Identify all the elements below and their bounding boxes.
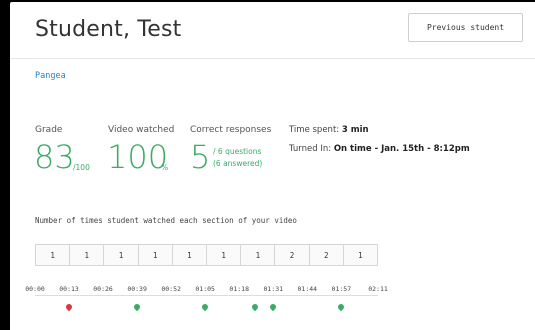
section-count: 1	[36, 245, 71, 265]
section-count: 1	[172, 245, 208, 265]
timeline-tick-label: 01:44	[297, 285, 318, 293]
student-name: Student, Test	[35, 17, 182, 42]
video-timeline	[35, 295, 378, 296]
correct-responses-label: Correct responses	[190, 125, 272, 135]
section-count: 2	[309, 245, 344, 265]
previous-student-button[interactable]: Previous student	[408, 13, 523, 42]
turned-in-label: Turned In:	[289, 144, 332, 154]
correct-response-marker[interactable]	[200, 302, 210, 312]
video-watched-suffix: %	[161, 163, 169, 172]
correct-response-marker[interactable]	[250, 302, 260, 312]
timeline-tick-label: 02:11	[368, 285, 388, 293]
correct-response-marker[interactable]	[337, 302, 346, 312]
time-spent-value: 3 min	[341, 125, 369, 135]
correct-responses-value: 5	[190, 138, 211, 176]
section-count: 1	[70, 245, 105, 265]
timeline-tick-label: 00:39	[127, 285, 147, 293]
turned-in-value: On time - Jan. 15th - 8:12pm	[333, 144, 470, 154]
section-count: 1	[241, 245, 276, 265]
correct-response-marker[interactable]	[269, 302, 278, 312]
grade-value: 83	[34, 138, 75, 176]
report-header: Student, Test Previous student	[10, 2, 535, 59]
section-watch-counts: 1 1 1 1 1 1 1 2 2 1	[35, 244, 378, 266]
time-spent-label: Time spent:	[289, 125, 340, 135]
section-count: 1	[207, 245, 242, 265]
timeline-tick-label: 00:52	[161, 285, 181, 293]
questions-answered: (6 answered)	[213, 159, 263, 168]
section-watch-caption: Number of times student watched each sec…	[35, 216, 297, 225]
video-watched-label: Video watched	[108, 125, 175, 135]
section-count: 1	[343, 245, 378, 265]
course-link[interactable]: Pangea	[35, 71, 66, 81]
video-watched-value: 100	[107, 138, 169, 176]
timeline-tick-label: 01:31	[263, 285, 284, 293]
timeline-tick-label: 00:13	[59, 285, 79, 293]
timeline-tick-label: 00:26	[93, 285, 113, 293]
timeline-tick-label: 01:05	[195, 285, 215, 293]
incorrect-response-marker[interactable]	[64, 302, 74, 312]
time-spent: Time spent: 3 min	[289, 125, 369, 135]
timeline-tick-label: 01:18	[229, 285, 250, 293]
timeline-tick-label: 00:00	[25, 285, 45, 293]
grade-suffix: /100	[73, 163, 90, 172]
student-report-card: Student, Test Previous student Pangea Gr…	[10, 2, 535, 330]
correct-response-marker[interactable]	[132, 302, 142, 312]
questions-total: / 6 questions	[213, 147, 262, 156]
grade-label: Grade	[35, 125, 63, 135]
section-count: 1	[104, 245, 139, 265]
section-count: 2	[275, 245, 310, 265]
turned-in: Turned In: On time - Jan. 15th - 8:12pm	[289, 144, 470, 154]
section-count: 1	[138, 245, 173, 265]
timeline-tick-label: 01:57	[331, 285, 352, 293]
